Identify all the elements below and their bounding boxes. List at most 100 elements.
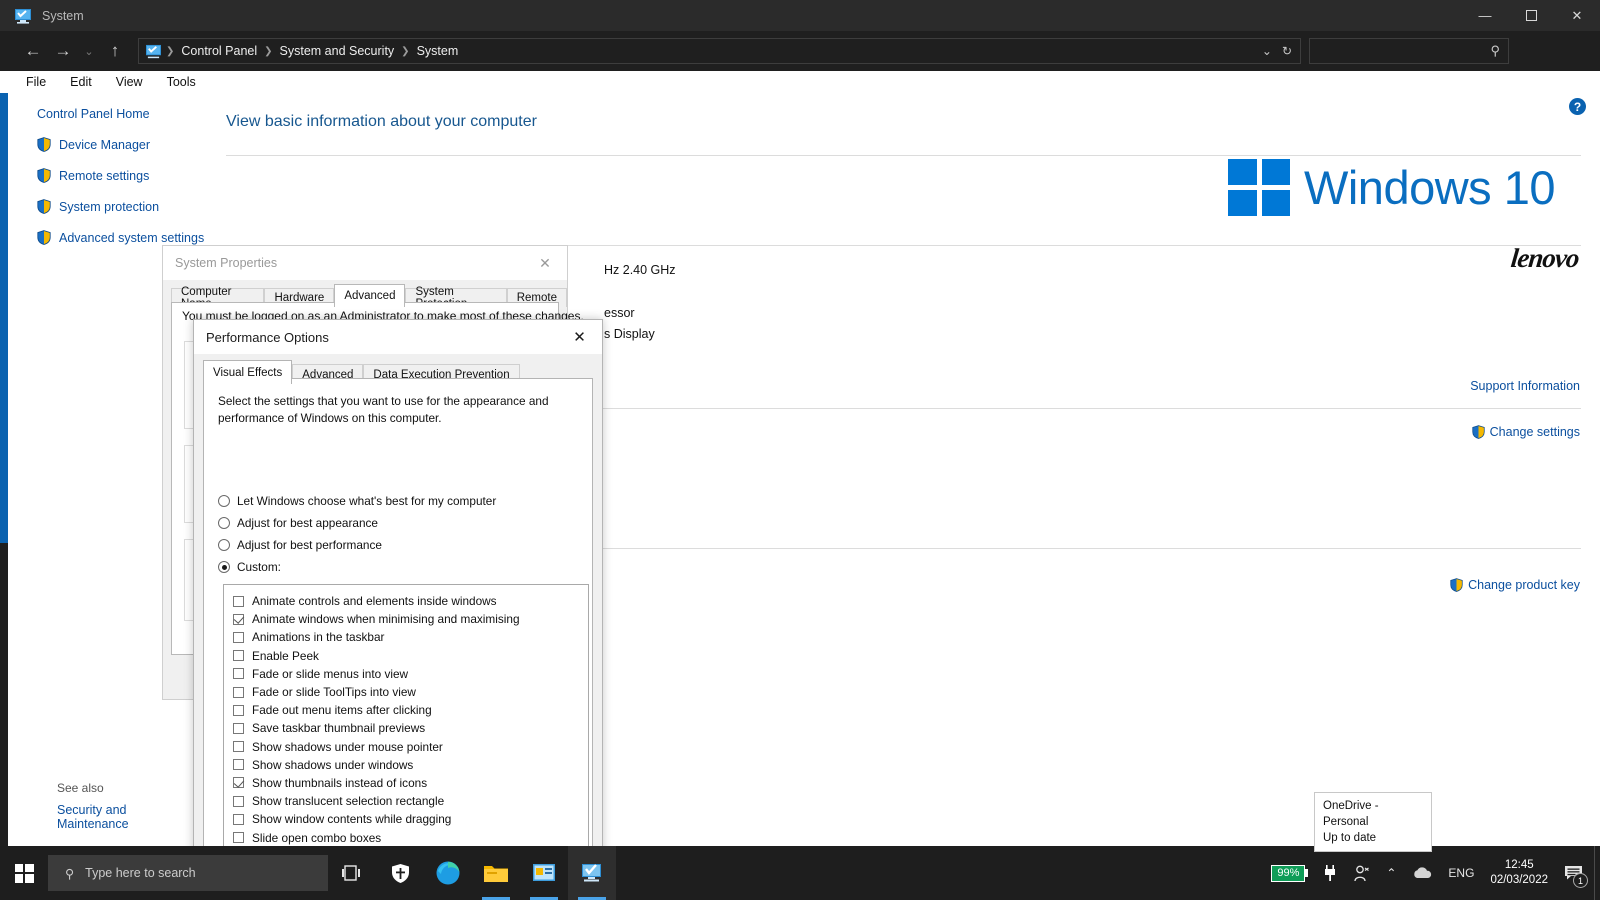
- taskbar-search-placeholder: Type here to search: [85, 866, 196, 880]
- windows-security-icon[interactable]: [376, 846, 424, 900]
- breadcrumb-item-control-panel[interactable]: Control Panel: [174, 44, 264, 58]
- system-window-icon[interactable]: [568, 846, 616, 900]
- help-icon[interactable]: ?: [1569, 98, 1586, 115]
- menu-tools[interactable]: Tools: [155, 75, 208, 89]
- tab-visual-effects[interactable]: Visual Effects: [203, 360, 293, 384]
- change-product-key-label: Change product key: [1468, 578, 1580, 592]
- list-item[interactable]: Animations in the taskbar: [224, 628, 588, 646]
- checkbox-icon[interactable]: [233, 759, 244, 771]
- change-product-key-link[interactable]: Change product key: [1450, 578, 1580, 592]
- show-desktop-button[interactable]: [1594, 846, 1600, 900]
- taskbar-icons: [328, 846, 616, 900]
- visual-effects-panel: Select the settings that you want to use…: [203, 378, 593, 870]
- taskbar-search-input[interactable]: ⚲ Type here to search: [48, 855, 328, 891]
- list-item[interactable]: Show window contents while dragging: [224, 810, 588, 828]
- list-item[interactable]: Show shadows under mouse pointer: [224, 738, 588, 756]
- checkbox-icon[interactable]: [233, 741, 244, 753]
- list-item[interactable]: Show translucent selection rectangle: [224, 792, 588, 810]
- list-item-label: Show window contents while dragging: [252, 812, 452, 827]
- uac-shield-icon: [37, 230, 51, 245]
- breadcrumb-item-system[interactable]: System: [410, 44, 466, 58]
- checkbox-icon[interactable]: [233, 631, 244, 643]
- checkbox-icon[interactable]: [233, 668, 244, 680]
- show-hidden-icons-button[interactable]: ⌃: [1378, 846, 1404, 900]
- close-icon[interactable]: ✕: [523, 246, 567, 280]
- onedrive-tooltip-line1: OneDrive - Personal: [1323, 799, 1379, 828]
- sidebar-item-device-manager[interactable]: Device Manager: [37, 137, 200, 152]
- close-button[interactable]: ✕: [1554, 0, 1600, 31]
- menu-file[interactable]: File: [14, 75, 58, 89]
- forward-button[interactable]: →: [48, 36, 78, 66]
- uac-shield-icon: [37, 199, 51, 214]
- support-information-link[interactable]: Support Information: [1470, 379, 1580, 393]
- list-item[interactable]: Animate windows when minimising and maxi…: [224, 610, 588, 628]
- checkbox-icon[interactable]: [233, 650, 244, 662]
- breadcrumb-item-system-and-security[interactable]: System and Security: [273, 44, 402, 58]
- list-item[interactable]: Fade or slide menus into view: [224, 665, 588, 683]
- list-item-label: Show shadows under mouse pointer: [252, 739, 443, 754]
- checkbox-icon[interactable]: [233, 832, 244, 844]
- system-tray: 99% ⌃ ENG 12:45 02/03/2022 1: [1263, 846, 1600, 900]
- list-item[interactable]: Animate controls and elements inside win…: [224, 592, 588, 610]
- sidebar-item-advanced-system-settings[interactable]: Advanced system settings: [37, 230, 204, 245]
- list-item[interactable]: Fade out menu items after clicking: [224, 701, 588, 719]
- chevron-down-icon[interactable]: ⌄: [1262, 44, 1272, 58]
- list-item[interactable]: Enable Peek: [224, 647, 588, 665]
- menu-edit[interactable]: Edit: [58, 75, 104, 89]
- battery-status[interactable]: 99%: [1263, 846, 1316, 900]
- visual-effects-list[interactable]: Animate controls and elements inside win…: [223, 584, 589, 851]
- radio-let-windows-choose[interactable]: Let Windows choose what's best for my co…: [218, 494, 496, 508]
- window-controls: — ✕: [1462, 0, 1600, 31]
- list-item-label: Show translucent selection rectangle: [252, 794, 445, 809]
- start-button[interactable]: [0, 846, 48, 900]
- change-settings-link[interactable]: Change settings: [1472, 425, 1580, 439]
- tab-advanced[interactable]: Advanced: [334, 284, 406, 307]
- minimize-button[interactable]: —: [1462, 0, 1508, 31]
- section-divider: [226, 155, 1581, 156]
- file-explorer-icon[interactable]: [472, 846, 520, 900]
- task-view-icon[interactable]: [328, 846, 376, 900]
- uac-shield-icon: [37, 168, 51, 183]
- recent-locations-button[interactable]: ⌄: [78, 36, 100, 66]
- sidebar-item-remote-settings[interactable]: Remote settings: [37, 168, 200, 183]
- radio-best-performance[interactable]: Adjust for best performance: [218, 538, 382, 552]
- list-item[interactable]: Show shadows under windows: [224, 756, 588, 774]
- microsoft-edge-icon[interactable]: [424, 846, 472, 900]
- breadcrumb[interactable]: ❯ Control Panel ❯ System and Security ❯ …: [138, 38, 1301, 64]
- checkbox-icon[interactable]: [233, 595, 244, 607]
- up-button[interactable]: ↑: [100, 36, 130, 66]
- search-input[interactable]: ⚲: [1309, 38, 1509, 64]
- performance-options-dialog[interactable]: Performance Options ✕ Visual Effects Adv…: [193, 319, 603, 900]
- list-item[interactable]: Fade or slide ToolTips into view: [224, 683, 588, 701]
- checkbox-icon[interactable]: [233, 704, 244, 716]
- people-icon[interactable]: [1344, 846, 1378, 900]
- onedrive-icon[interactable]: [1404, 846, 1440, 900]
- checkbox-icon[interactable]: [233, 795, 244, 807]
- language-indicator[interactable]: ENG: [1440, 846, 1482, 900]
- clock[interactable]: 12:45 02/03/2022: [1482, 858, 1556, 887]
- list-item[interactable]: Save taskbar thumbnail previews: [224, 719, 588, 737]
- notification-center-button[interactable]: 1: [1556, 846, 1592, 900]
- sidebar-item-system-protection[interactable]: System protection: [37, 199, 200, 214]
- radio-custom[interactable]: Custom:: [218, 560, 281, 574]
- see-also-security-and-maintenance[interactable]: Security and Maintenance: [57, 803, 200, 831]
- menu-view[interactable]: View: [104, 75, 155, 89]
- checkbox-icon[interactable]: [233, 813, 244, 825]
- list-item-label: Save taskbar thumbnail previews: [252, 721, 426, 736]
- control-panel-icon[interactable]: [520, 846, 568, 900]
- close-icon[interactable]: ✕: [557, 320, 602, 354]
- checkbox-icon[interactable]: [233, 777, 244, 789]
- list-item[interactable]: Slide open combo boxes: [224, 828, 588, 846]
- power-plug-icon[interactable]: [1316, 846, 1344, 900]
- checkbox-icon[interactable]: [233, 613, 244, 625]
- radio-best-appearance[interactable]: Adjust for best appearance: [218, 516, 378, 530]
- back-button[interactable]: ←: [18, 36, 48, 66]
- uac-shield-icon: [37, 137, 51, 152]
- sidebar-item-control-panel-home[interactable]: Control Panel Home: [37, 107, 200, 121]
- checkbox-icon[interactable]: [233, 686, 244, 698]
- maximize-button[interactable]: [1508, 0, 1554, 31]
- list-item[interactable]: Show thumbnails instead of icons: [224, 774, 588, 792]
- refresh-icon[interactable]: ↻: [1282, 44, 1292, 58]
- checkbox-icon[interactable]: [233, 722, 244, 734]
- change-settings-label: Change settings: [1489, 425, 1580, 439]
